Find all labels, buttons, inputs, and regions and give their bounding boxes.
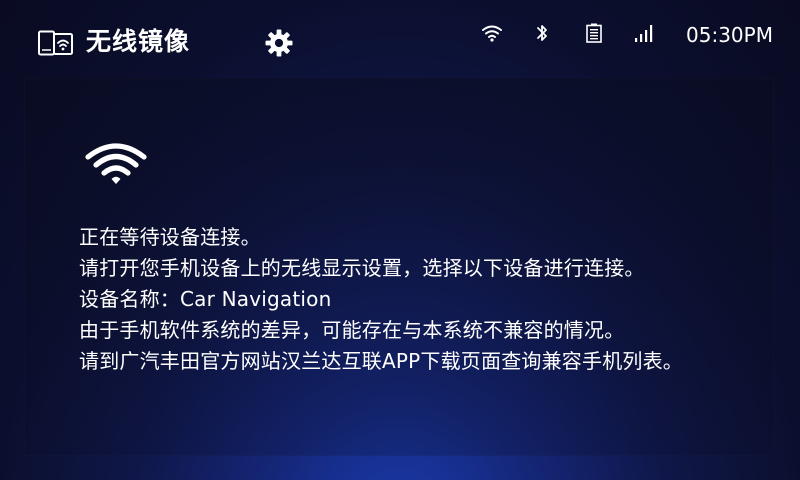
page-title: 无线镜像 [86, 27, 191, 56]
bluetooth-icon [537, 25, 547, 41]
wifi-icon [85, 143, 147, 184]
gear-icon [265, 29, 293, 57]
battery-icon [586, 23, 602, 43]
device-name-value: Car Navigation [180, 287, 332, 311]
instruction-message: 请打开您手机设备上的无线显示设置，选择以下设备进行连接。 [79, 256, 645, 280]
phone-wireless-icon [38, 30, 73, 56]
content-panel: 正在等待设备连接。 请打开您手机设备上的无线显示设置，选择以下设备进行连接。 设… [24, 78, 774, 456]
top-bar: 无线镜像 05:30PM [0, 0, 800, 78]
compatibility-message: 由于手机软件系统的差异，可能存在与本系统不兼容的情况。 [79, 318, 625, 342]
settings-button[interactable] [264, 28, 294, 58]
device-name-row: 设备名称：Car Navigation [79, 284, 759, 315]
device-name-label: 设备名称： [79, 287, 180, 311]
wifi-status-icon [482, 25, 502, 42]
connection-message: 正在等待设备连接。 请打开您手机设备上的无线显示设置，选择以下设备进行连接。 设… [79, 222, 759, 377]
wireless-mirroring-screen: 无线镜像 05:30PM 正在等待设备连接。 请打开您手机设备上的无线显示设置，… [0, 0, 800, 480]
clock-time: 05:30PM [686, 23, 773, 47]
waiting-message: 正在等待设备连接。 [79, 225, 261, 249]
compatibility-query-message: 请到广汽丰田官方网站汉兰达互联APP下载页面查询兼容手机列表。 [79, 349, 684, 373]
cellular-signal-icon [635, 25, 653, 42]
